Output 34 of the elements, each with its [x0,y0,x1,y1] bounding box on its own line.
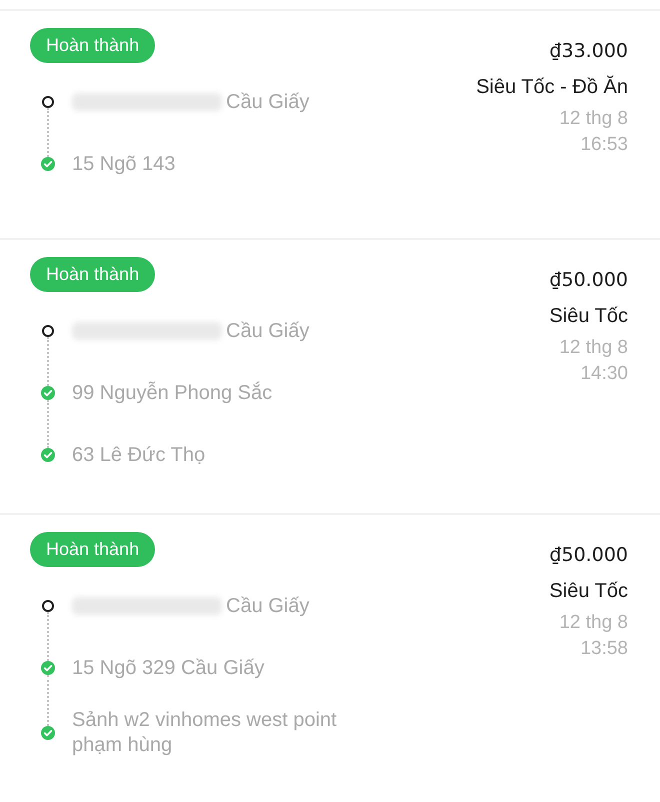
hollow-circle-icon [42,600,54,612]
stop-address: 15 Ngõ 329 Cầu Giấy [72,656,264,680]
order-time: 14:30 [580,362,628,386]
order-time: 16:53 [580,133,628,157]
order-date: 12 thg 8 [559,336,628,360]
order-card[interactable]: Hoàn thành Cầu Giấy 15 Ngõ 143 ₫33.000 Siêu Tốc - Đồ Ăn 12 thg 8 16:53 [0,9,660,238]
order-card[interactable]: Hoàn thành Cầu Giấy 15 Ngõ 329 Cầu Giấy Sảnh w2 vinhomes west point phạm hùng ₫50.000 Siêu Tốc 12 thg 8 13:58 [0,513,660,794]
order-card[interactable]: Hoàn thành Cầu Giấy 99 Nguyễn Phong Sắc 63 Lê Đức Thọ ₫50.000 Siêu Tốc 12 thg 8 14:30 [0,238,660,513]
service-name: Siêu Tốc [549,579,628,604]
order-date: 12 thg 8 [559,107,628,131]
check-circle-icon [41,386,55,400]
status-badge: Hoàn thành [30,257,156,292]
stop-address: Cầu Giấy [226,318,310,344]
check-circle-icon [41,157,55,171]
stop-address: 63 Lê Đức Thọ [72,442,206,468]
hollow-circle-icon [42,96,54,108]
service-name: Siêu Tốc - Đồ Ăn [476,74,628,100]
stop-address: 15 Ngõ 143 [72,152,176,176]
status-badge: Hoàn thành [30,28,156,63]
order-time: 13:58 [580,637,628,661]
stop-address: Cầu Giấy [226,90,310,114]
hollow-circle-icon [42,325,54,337]
check-circle-icon [41,448,55,462]
order-price: ₫50.000 [549,543,628,568]
status-badge: Hoàn thành [30,532,156,567]
check-circle-icon [41,661,55,675]
order-price: ₫33.000 [549,39,628,64]
order-price: ₫50.000 [549,268,628,293]
stop-address: Cầu Giấy [226,594,310,618]
check-circle-icon [41,726,55,740]
service-name: Siêu Tốc [549,304,628,329]
order-date: 12 thg 8 [559,611,628,635]
stop-address: 99 Nguyễn Phong Sắc [72,380,272,406]
stop-address: Sảnh w2 vinhomes west point phạm hùng [72,708,338,758]
